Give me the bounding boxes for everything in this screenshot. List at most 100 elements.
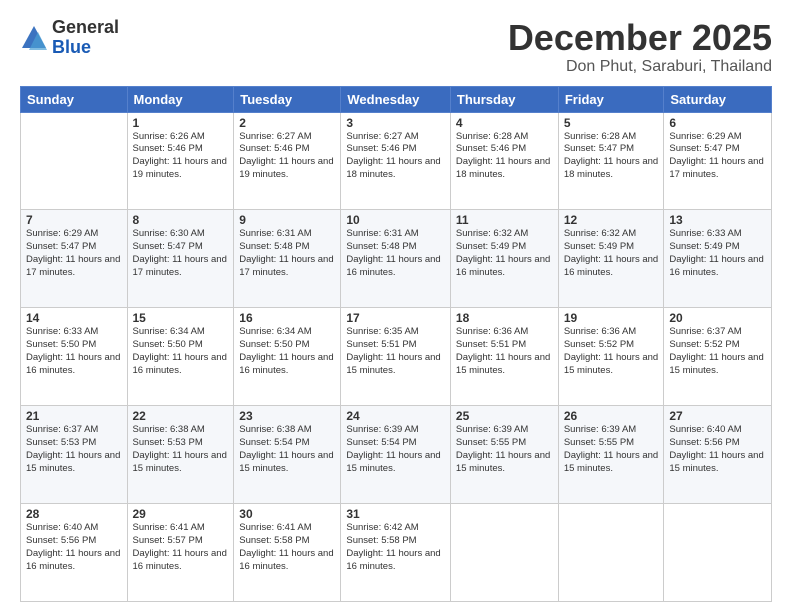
day-detail: Sunrise: 6:42 AMSunset: 5:58 PMDaylight:…	[346, 522, 445, 573]
day-cell: 25Sunrise: 6:39 AMSunset: 5:55 PMDayligh…	[450, 406, 558, 504]
day-cell: 22Sunrise: 6:38 AMSunset: 5:53 PMDayligh…	[127, 406, 234, 504]
day-cell: 23Sunrise: 6:38 AMSunset: 5:54 PMDayligh…	[234, 406, 341, 504]
day-cell: 26Sunrise: 6:39 AMSunset: 5:55 PMDayligh…	[558, 406, 664, 504]
week-row-3: 14Sunrise: 6:33 AMSunset: 5:50 PMDayligh…	[21, 308, 772, 406]
col-header-monday: Monday	[127, 86, 234, 112]
day-number: 29	[133, 507, 229, 521]
day-cell	[558, 504, 664, 602]
day-cell: 16Sunrise: 6:34 AMSunset: 5:50 PMDayligh…	[234, 308, 341, 406]
day-number: 9	[239, 213, 335, 227]
day-cell: 6Sunrise: 6:29 AMSunset: 5:47 PMDaylight…	[664, 112, 772, 210]
day-detail: Sunrise: 6:40 AMSunset: 5:56 PMDaylight:…	[669, 424, 766, 475]
day-number: 10	[346, 213, 445, 227]
day-detail: Sunrise: 6:27 AMSunset: 5:46 PMDaylight:…	[239, 131, 335, 182]
day-detail: Sunrise: 6:29 AMSunset: 5:47 PMDaylight:…	[669, 131, 766, 182]
col-header-thursday: Thursday	[450, 86, 558, 112]
calendar-table: SundayMondayTuesdayWednesdayThursdayFrid…	[20, 86, 772, 602]
month-title: December 2025	[508, 18, 772, 58]
day-detail: Sunrise: 6:29 AMSunset: 5:47 PMDaylight:…	[26, 228, 122, 279]
header-row: SundayMondayTuesdayWednesdayThursdayFrid…	[21, 86, 772, 112]
day-detail: Sunrise: 6:38 AMSunset: 5:53 PMDaylight:…	[133, 424, 229, 475]
day-number: 27	[669, 409, 766, 423]
day-detail: Sunrise: 6:36 AMSunset: 5:52 PMDaylight:…	[564, 326, 659, 377]
day-cell: 27Sunrise: 6:40 AMSunset: 5:56 PMDayligh…	[664, 406, 772, 504]
week-row-4: 21Sunrise: 6:37 AMSunset: 5:53 PMDayligh…	[21, 406, 772, 504]
day-number: 24	[346, 409, 445, 423]
day-cell: 14Sunrise: 6:33 AMSunset: 5:50 PMDayligh…	[21, 308, 128, 406]
day-cell: 7Sunrise: 6:29 AMSunset: 5:47 PMDaylight…	[21, 210, 128, 308]
day-cell: 29Sunrise: 6:41 AMSunset: 5:57 PMDayligh…	[127, 504, 234, 602]
day-detail: Sunrise: 6:41 AMSunset: 5:57 PMDaylight:…	[133, 522, 229, 573]
location-subtitle: Don Phut, Saraburi, Thailand	[508, 58, 772, 76]
day-detail: Sunrise: 6:27 AMSunset: 5:46 PMDaylight:…	[346, 131, 445, 182]
day-detail: Sunrise: 6:26 AMSunset: 5:46 PMDaylight:…	[133, 131, 229, 182]
day-number: 23	[239, 409, 335, 423]
day-number: 11	[456, 213, 553, 227]
day-detail: Sunrise: 6:32 AMSunset: 5:49 PMDaylight:…	[456, 228, 553, 279]
header: General Blue December 2025 Don Phut, Sar…	[20, 18, 772, 76]
day-cell: 17Sunrise: 6:35 AMSunset: 5:51 PMDayligh…	[341, 308, 451, 406]
day-cell: 2Sunrise: 6:27 AMSunset: 5:46 PMDaylight…	[234, 112, 341, 210]
day-detail: Sunrise: 6:33 AMSunset: 5:50 PMDaylight:…	[26, 326, 122, 377]
day-cell: 30Sunrise: 6:41 AMSunset: 5:58 PMDayligh…	[234, 504, 341, 602]
day-cell: 12Sunrise: 6:32 AMSunset: 5:49 PMDayligh…	[558, 210, 664, 308]
day-detail: Sunrise: 6:34 AMSunset: 5:50 PMDaylight:…	[239, 326, 335, 377]
day-detail: Sunrise: 6:28 AMSunset: 5:47 PMDaylight:…	[564, 131, 659, 182]
day-cell: 21Sunrise: 6:37 AMSunset: 5:53 PMDayligh…	[21, 406, 128, 504]
day-number: 16	[239, 311, 335, 325]
day-number: 26	[564, 409, 659, 423]
day-cell: 18Sunrise: 6:36 AMSunset: 5:51 PMDayligh…	[450, 308, 558, 406]
col-header-sunday: Sunday	[21, 86, 128, 112]
day-number: 8	[133, 213, 229, 227]
day-number: 3	[346, 116, 445, 130]
day-cell: 8Sunrise: 6:30 AMSunset: 5:47 PMDaylight…	[127, 210, 234, 308]
day-number: 13	[669, 213, 766, 227]
day-detail: Sunrise: 6:32 AMSunset: 5:49 PMDaylight:…	[564, 228, 659, 279]
day-detail: Sunrise: 6:30 AMSunset: 5:47 PMDaylight:…	[133, 228, 229, 279]
logo-text: General Blue	[52, 18, 119, 58]
day-cell: 9Sunrise: 6:31 AMSunset: 5:48 PMDaylight…	[234, 210, 341, 308]
day-detail: Sunrise: 6:35 AMSunset: 5:51 PMDaylight:…	[346, 326, 445, 377]
day-cell: 31Sunrise: 6:42 AMSunset: 5:58 PMDayligh…	[341, 504, 451, 602]
day-number: 6	[669, 116, 766, 130]
day-cell: 3Sunrise: 6:27 AMSunset: 5:46 PMDaylight…	[341, 112, 451, 210]
day-detail: Sunrise: 6:34 AMSunset: 5:50 PMDaylight:…	[133, 326, 229, 377]
day-cell	[21, 112, 128, 210]
day-detail: Sunrise: 6:39 AMSunset: 5:54 PMDaylight:…	[346, 424, 445, 475]
day-detail: Sunrise: 6:38 AMSunset: 5:54 PMDaylight:…	[239, 424, 335, 475]
day-detail: Sunrise: 6:31 AMSunset: 5:48 PMDaylight:…	[239, 228, 335, 279]
logo: General Blue	[20, 18, 119, 58]
day-detail: Sunrise: 6:39 AMSunset: 5:55 PMDaylight:…	[564, 424, 659, 475]
day-number: 22	[133, 409, 229, 423]
day-number: 25	[456, 409, 553, 423]
day-detail: Sunrise: 6:33 AMSunset: 5:49 PMDaylight:…	[669, 228, 766, 279]
day-cell: 24Sunrise: 6:39 AMSunset: 5:54 PMDayligh…	[341, 406, 451, 504]
day-cell: 11Sunrise: 6:32 AMSunset: 5:49 PMDayligh…	[450, 210, 558, 308]
day-cell: 4Sunrise: 6:28 AMSunset: 5:46 PMDaylight…	[450, 112, 558, 210]
day-detail: Sunrise: 6:40 AMSunset: 5:56 PMDaylight:…	[26, 522, 122, 573]
day-number: 1	[133, 116, 229, 130]
day-detail: Sunrise: 6:28 AMSunset: 5:46 PMDaylight:…	[456, 131, 553, 182]
day-detail: Sunrise: 6:36 AMSunset: 5:51 PMDaylight:…	[456, 326, 553, 377]
day-number: 20	[669, 311, 766, 325]
col-header-tuesday: Tuesday	[234, 86, 341, 112]
day-number: 28	[26, 507, 122, 521]
day-number: 2	[239, 116, 335, 130]
day-cell: 5Sunrise: 6:28 AMSunset: 5:47 PMDaylight…	[558, 112, 664, 210]
col-header-saturday: Saturday	[664, 86, 772, 112]
day-number: 18	[456, 311, 553, 325]
day-cell	[450, 504, 558, 602]
col-header-wednesday: Wednesday	[341, 86, 451, 112]
day-detail: Sunrise: 6:37 AMSunset: 5:52 PMDaylight:…	[669, 326, 766, 377]
logo-icon	[20, 24, 48, 52]
day-cell: 1Sunrise: 6:26 AMSunset: 5:46 PMDaylight…	[127, 112, 234, 210]
col-header-friday: Friday	[558, 86, 664, 112]
day-number: 15	[133, 311, 229, 325]
day-number: 4	[456, 116, 553, 130]
day-number: 31	[346, 507, 445, 521]
title-block: December 2025 Don Phut, Saraburi, Thaila…	[508, 18, 772, 76]
day-number: 14	[26, 311, 122, 325]
day-number: 17	[346, 311, 445, 325]
day-detail: Sunrise: 6:31 AMSunset: 5:48 PMDaylight:…	[346, 228, 445, 279]
calendar-page: General Blue December 2025 Don Phut, Sar…	[0, 0, 792, 612]
